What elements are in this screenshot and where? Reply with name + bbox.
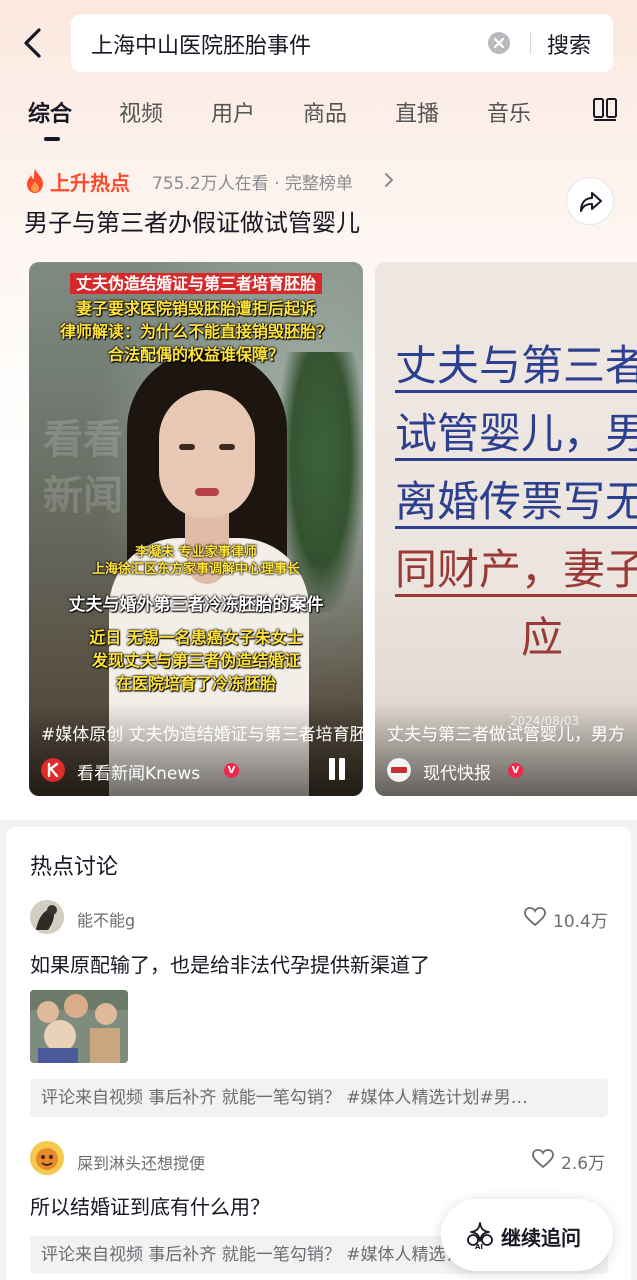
avatar-image	[30, 900, 64, 934]
author-name: 现代快报	[423, 764, 491, 784]
svg-text:AI: AI	[475, 1243, 483, 1251]
video-caption: 妻子要求医院销毁胚胎遭拒后起诉	[75, 299, 316, 318]
video-description: 丈夫与第三者做试管婴儿，男方	[387, 725, 625, 745]
tab-music[interactable]: 音乐	[487, 96, 531, 128]
case-title: 丈夫与婚外第三者冷冻胚胎的案件	[68, 595, 324, 615]
like-count: 10.4万	[553, 912, 608, 932]
layout-toggle-icon[interactable]	[592, 96, 618, 122]
search-bar[interactable]: 上海中山医院胚胎事件 搜索	[71, 14, 613, 72]
card-text-line: 应	[521, 613, 564, 662]
avatar-image	[30, 1141, 64, 1175]
back-button[interactable]	[18, 26, 52, 60]
divider	[530, 32, 531, 54]
video-caption: 发现丈夫与第三者伪造结婚证	[91, 651, 300, 670]
comment-username[interactable]: 屎到淋头还想搅便	[77, 1150, 205, 1174]
chevron-left-icon	[24, 28, 41, 58]
tab-comprehensive[interactable]: 综合	[28, 96, 72, 128]
card-text-line: 试管婴儿，男	[395, 408, 637, 461]
video-caption: 近日 无锡一名患癌女子朱女士	[89, 628, 303, 647]
card-text-line: 同财产，妻子	[395, 544, 637, 597]
hot-badge: 上升热点	[50, 171, 130, 195]
clear-icon[interactable]	[487, 31, 511, 55]
author-avatar	[387, 758, 411, 782]
comment-username[interactable]: 能不能g	[77, 907, 135, 931]
hot-headline[interactable]: 男子与第三者办假证做试管婴儿	[24, 203, 360, 238]
video-caption: 律师解读：为什么不能直接销毁胚胎？	[59, 322, 332, 341]
video-card[interactable]: 看看 新闻 丈夫伪造结婚证与第三者培育胚胎 妻子要求医院销毁胚胎遭拒后起诉 律师…	[29, 262, 363, 796]
like-count: 2.6万	[561, 1154, 606, 1174]
result-tabs: 综合 视频 用户 商品 直播 音乐	[0, 96, 637, 146]
avatar[interactable]	[30, 900, 64, 934]
flame-icon	[27, 169, 43, 193]
tab-live[interactable]: 直播	[395, 96, 439, 128]
share-button[interactable]	[566, 177, 614, 225]
tab-users[interactable]: 用户	[211, 96, 255, 128]
video-caption: 在医院培育了冷冻胚胎	[115, 674, 276, 693]
section-title: 热点讨论	[30, 855, 119, 880]
tab-products[interactable]: 商品	[303, 96, 347, 128]
verified-icon: V	[224, 763, 239, 778]
video-caption: 合法配偶的权益谁保障？	[107, 345, 284, 364]
comment-source[interactable]: 评论来自视频 事后补齐 就能一笔勾销？ #媒体人精选计划#男…	[30, 1079, 608, 1117]
meme-image	[30, 990, 128, 1063]
card-overlay	[375, 702, 637, 796]
pause-icon[interactable]	[327, 758, 347, 780]
viewer-count[interactable]: 755.2万人在看 · 完整榜单	[152, 169, 353, 194]
tab-video[interactable]: 视频	[119, 96, 163, 128]
search-button[interactable]: 搜索	[547, 28, 591, 60]
lawyer-title: 上海徐汇区东方家事调解中心理事长	[91, 562, 300, 577]
video-caption-title: 丈夫伪造结婚证与第三者培育胚胎	[29, 270, 363, 294]
share-icon	[580, 192, 602, 212]
comment-image[interactable]	[30, 990, 128, 1063]
continue-asking-button[interactable]: AI 继续追问	[441, 1199, 613, 1271]
chevron-right-icon	[385, 173, 393, 187]
card-text-line: 离婚传票写无	[395, 476, 637, 529]
active-tab-indicator	[44, 137, 60, 141]
video-card[interactable]: 丈夫与第三者 试管婴儿，男 离婚传票写无 同财产，妻子 应 2024/08/03…	[375, 262, 637, 796]
verified-icon: V	[508, 763, 523, 778]
search-input[interactable]: 上海中山医院胚胎事件	[91, 28, 311, 60]
heart-icon[interactable]	[524, 907, 546, 927]
author-avatar	[41, 758, 65, 782]
followup-label: 继续追问	[501, 1226, 581, 1250]
author-name: 看看新闻Knews	[77, 764, 201, 784]
comment-text[interactable]: 如果原配输了，也是给非法代孕提供新渠道了	[30, 949, 430, 978]
card-text-line: 丈夫与第三者	[395, 340, 637, 393]
avatar[interactable]	[30, 1141, 64, 1175]
ai-sparkle-icon: AI	[467, 1222, 493, 1251]
video-description: #媒体原创 丈夫伪造结婚证与第三者培育胚胎	[41, 725, 363, 745]
comment-text[interactable]: 所以结婚证到底有什么用？	[30, 1191, 270, 1220]
heart-icon[interactable]	[532, 1149, 554, 1169]
